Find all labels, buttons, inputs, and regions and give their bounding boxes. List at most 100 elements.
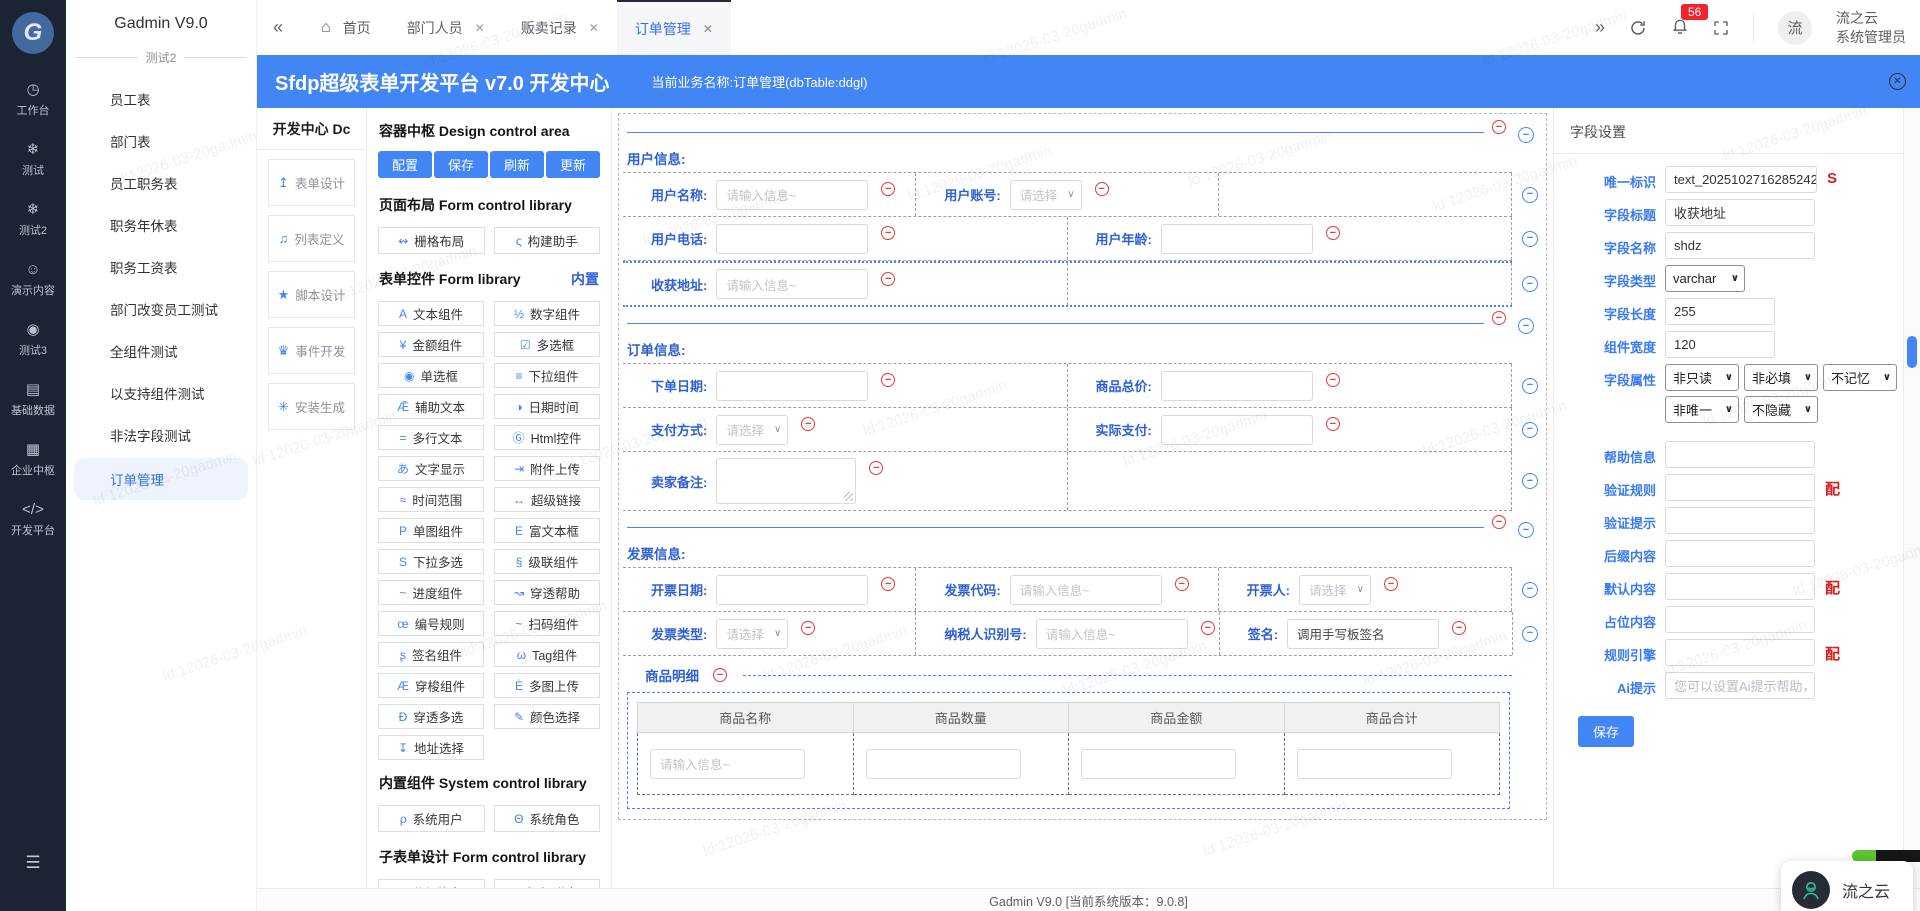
field-textarea[interactable] <box>716 458 857 504</box>
tab-贩卖记录[interactable]: 贩卖记录 ✕ <box>503 0 617 55</box>
component-地址选择[interactable]: ↧ 地址选择 <box>378 735 484 760</box>
remove-field-icon[interactable]: − <box>1174 577 1189 591</box>
setting-input-字段标题[interactable]: 收获地址 <box>1665 199 1815 226</box>
component-日期时间[interactable]: ◑ 日期时间 <box>494 394 600 419</box>
remove-field-icon[interactable]: − <box>881 226 896 240</box>
subform-item-添加附表[interactable]: ς添加附表 <box>493 879 600 888</box>
remove-row-icon[interactable]: − <box>1522 186 1538 203</box>
component-Html控件[interactable]: Ⓖ Html控件 <box>494 425 600 450</box>
collapse-menu-icon[interactable]: ☰ <box>0 853 66 873</box>
tab-首页[interactable]: ⌂ 首页 <box>303 0 389 55</box>
component-辅助文本[interactable]: Ǣ 辅助文本 <box>378 394 484 419</box>
sidebar-item-以支持组件测试[interactable]: 以支持组件测试 <box>66 372 256 414</box>
setting-input-后缀内容[interactable] <box>1665 540 1815 567</box>
remove-field-icon[interactable]: − <box>801 417 816 431</box>
component-附件上传[interactable]: ⇥ 附件上传 <box>494 456 600 481</box>
rail-item-测试[interactable]: ❄ 测试 <box>11 142 55 178</box>
setting-config-badge[interactable]: 配 <box>1825 573 1840 598</box>
remove-field-icon[interactable]: − <box>1325 417 1340 431</box>
sidebar-item-全组件测试[interactable]: 全组件测试 <box>66 330 256 372</box>
fullscreen-icon[interactable] <box>1713 20 1729 36</box>
remove-field-icon[interactable]: − <box>1383 577 1398 591</box>
remove-row-icon[interactable]: − <box>1518 522 1534 538</box>
remove-divider-icon[interactable]: − <box>1492 120 1506 134</box>
remove-field-icon[interactable]: − <box>1325 226 1340 240</box>
component-级联组件[interactable]: § 级联组件 <box>494 549 600 574</box>
setting-input-帮助信息[interactable] <box>1665 441 1815 468</box>
rail-item-企业中枢[interactable]: ▦ 企业中枢 <box>11 442 55 478</box>
field-input[interactable] <box>716 223 869 254</box>
dev-item-事件开发[interactable]: ♛ 事件开发 <box>268 327 355 374</box>
sidebar-item-部门改变员工测试[interactable]: 部门改变员工测试 <box>66 288 256 330</box>
field-input[interactable] <box>1160 370 1313 401</box>
component-进度组件[interactable]: ~ 进度组件 <box>378 580 484 605</box>
table-cell-input[interactable] <box>1081 748 1236 779</box>
setting-select-非只读[interactable]: 非只读 ∨ <box>1665 364 1739 391</box>
component-富文本框[interactable]: E 富文本框 <box>494 518 600 543</box>
component-单图组件[interactable]: P 单图组件 <box>378 518 484 543</box>
sidebar-item-职务年休表[interactable]: 职务年休表 <box>66 204 256 246</box>
setting-select-字段类型[interactable]: varchar ∨ <box>1665 265 1745 292</box>
field-select[interactable]: 请选择 ∨ <box>1009 179 1082 210</box>
field-input[interactable]: 请输入信息~ <box>716 269 869 299</box>
table-cell-input[interactable]: 请输入信息~ <box>650 748 805 779</box>
component-扫码组件[interactable]: ~ 扫码组件 <box>494 611 600 636</box>
field-input[interactable] <box>1160 414 1313 445</box>
sidebar-item-员工职务表[interactable]: 员工职务表 <box>66 162 256 204</box>
remove-field-icon[interactable]: − <box>1325 373 1340 387</box>
remove-field-icon[interactable]: − <box>801 621 816 635</box>
component-多行文本[interactable]: = 多行文本 <box>378 425 484 450</box>
component-颜色选择[interactable]: ✎ 颜色选择 <box>494 704 600 729</box>
rail-item-开发平台[interactable]: </> 开发平台 <box>11 502 55 538</box>
subform-item-分组绕名[interactable]: ς分组绕名 <box>378 879 485 888</box>
tab-close-icon[interactable]: ✕ <box>703 22 713 36</box>
field-select[interactable]: 请选择 ∨ <box>716 618 789 649</box>
remove-row-icon[interactable]: − <box>1522 377 1538 394</box>
component-下拉多选[interactable]: S 下拉多选 <box>378 549 484 574</box>
tabs-collapse-icon[interactable]: « <box>273 17 283 38</box>
user-avatar[interactable]: 流 <box>1778 10 1812 45</box>
table-cell-input[interactable] <box>865 748 1021 779</box>
tab-close-icon[interactable]: ✕ <box>589 21 599 35</box>
remove-field-icon[interactable]: − <box>1200 621 1215 635</box>
action-button-更新[interactable]: 更新 <box>546 151 600 178</box>
remove-field-icon[interactable]: − <box>881 182 896 196</box>
layout-item-构建助手[interactable]: ς 构建助手 <box>493 227 600 254</box>
layout-item-栅格布局[interactable]: ↭ 栅格布局 <box>378 227 485 254</box>
remove-row-icon[interactable]: − <box>1522 473 1538 489</box>
save-button[interactable]: 保存 <box>1578 716 1635 747</box>
field-input[interactable] <box>1160 223 1313 254</box>
remove-row-icon[interactable]: − <box>1518 318 1534 334</box>
tab-close-icon[interactable]: ✕ <box>475 21 485 35</box>
system-item-系统角色[interactable]: Θ 系统角色 <box>493 805 600 832</box>
rail-item-测试2[interactable]: ❄ 测试2 <box>11 202 55 238</box>
field-input[interactable] <box>716 370 869 401</box>
system-item-系统用户[interactable]: ρ 系统用户 <box>378 805 485 832</box>
setting-input-默认内容[interactable] <box>1665 573 1815 600</box>
setting-input-规则引擎[interactable] <box>1665 639 1815 666</box>
sidebar-item-订单管理[interactable]: 订单管理 <box>74 458 248 500</box>
component-单选框[interactable]: ◉ 单选框 <box>378 363 484 388</box>
remove-field-icon[interactable]: − <box>881 373 896 387</box>
component-Tag组件[interactable]: ω Tag组件 <box>494 642 600 667</box>
remove-divider-icon[interactable]: − <box>1492 515 1506 529</box>
dev-item-表单设计[interactable]: ↥ 表单设计 <box>268 159 355 206</box>
sidebar-item-非法字段测试[interactable]: 非法字段测试 <box>66 414 256 456</box>
setting-select-非必填[interactable]: 非必填 ∨ <box>1744 364 1818 391</box>
rail-item-演示内容[interactable]: ☺ 演示内容 <box>11 262 55 298</box>
setting-select-不记忆[interactable]: 不记忆 ∨ <box>1823 364 1897 391</box>
remove-row-icon[interactable]: − <box>1518 127 1534 143</box>
component-文字显示[interactable]: あ文字显示 <box>378 456 484 481</box>
remove-field-icon[interactable]: − <box>1452 621 1467 635</box>
field-select[interactable]: 请选择 ∨ <box>716 414 789 445</box>
dev-item-列表定义[interactable]: ♫ 列表定义 <box>268 215 355 262</box>
component-多选框[interactable]: ☑ 多选框 <box>494 332 600 357</box>
tab-订单管理[interactable]: 订单管理 ✕ <box>616 0 731 55</box>
sidebar-item-部门表[interactable]: 部门表 <box>66 120 256 162</box>
action-button-保存[interactable]: 保存 <box>434 151 488 178</box>
remove-subtable-icon[interactable]: − <box>713 668 727 682</box>
component-文本组件[interactable]: A 文本组件 <box>378 301 484 326</box>
vertical-scrollbar-thumb[interactable] <box>1907 336 1917 368</box>
component-金额组件[interactable]: ¥ 金额组件 <box>378 332 484 357</box>
component-超级链接[interactable]: ↔ 超级链接 <box>494 487 600 512</box>
